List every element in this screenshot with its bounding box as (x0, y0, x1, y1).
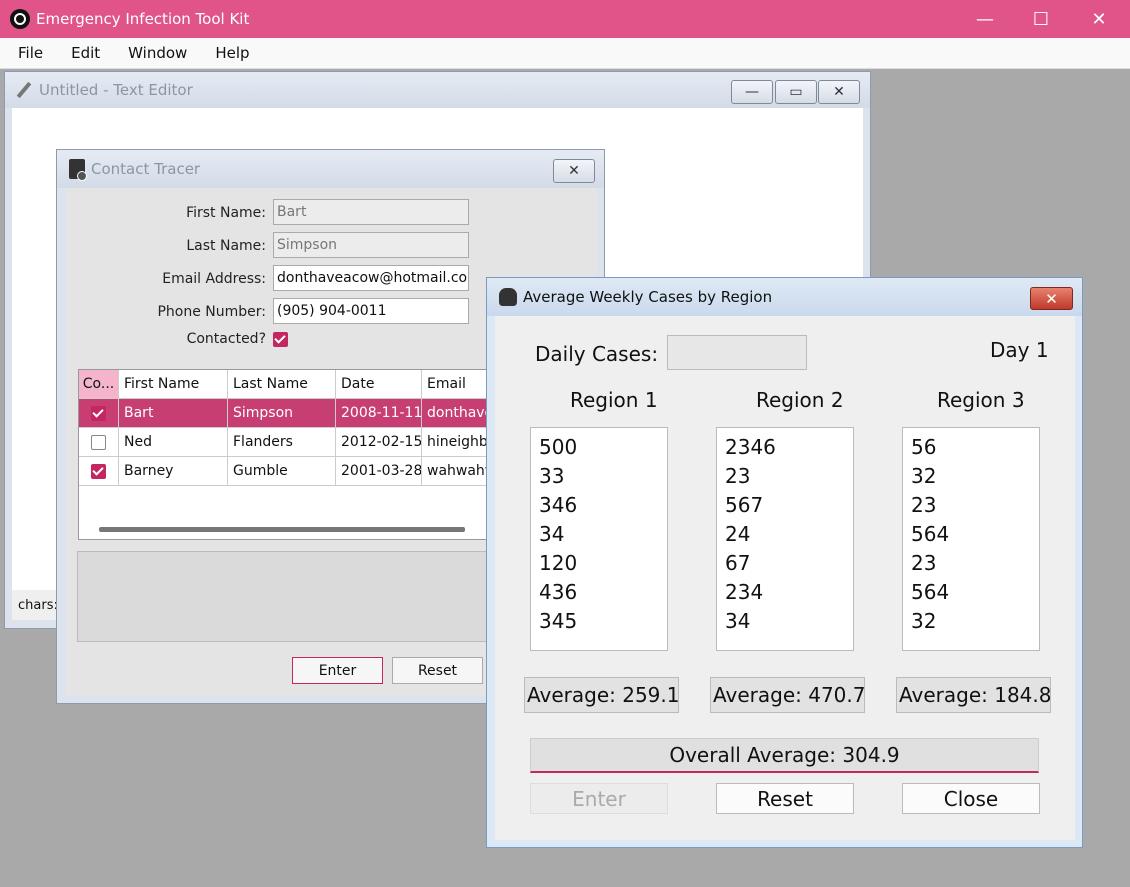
list-item: 120 (539, 551, 578, 575)
phone-field[interactable]: (905) 904-0011 (273, 298, 469, 324)
cell-date: 2008-11-11 (336, 399, 422, 428)
app-icon (10, 9, 30, 29)
list-item: 34 (539, 522, 565, 546)
tracer-close-button[interactable]: ✕ (553, 159, 595, 183)
list-item: 33 (539, 464, 565, 488)
region-1-list[interactable]: 500 33 346 34 120 436 345 (530, 427, 668, 651)
table-horizontal-scrollbar[interactable] (99, 527, 465, 532)
region-1-heading: Region 1 (570, 388, 658, 412)
average-weekly-cases-window: Average Weekly Cases by Region ✕ Daily C… (486, 277, 1083, 848)
cell-date: 2012-02-15 (336, 428, 422, 457)
cell-last-name: Gumble (228, 457, 336, 486)
list-item: 24 (725, 522, 751, 546)
contact-tracer-titlebar[interactable]: Contact Tracer (57, 150, 604, 188)
average-cases-body: Daily Cases: Day 1 Region 1 Region 2 Reg… (495, 316, 1075, 840)
phone-label: Phone Number: (157, 304, 266, 320)
editor-minimize-button[interactable]: — (731, 80, 773, 104)
list-item: 346 (539, 493, 578, 517)
minimize-button[interactable]: — (956, 0, 1014, 38)
text-editor-title: Untitled - Text Editor (39, 81, 193, 99)
col-date-header[interactable]: Date (336, 370, 422, 399)
contact-tracer-title: Contact Tracer (91, 160, 201, 178)
list-item: 345 (539, 609, 578, 633)
maximize-button[interactable]: ☐ (1012, 0, 1070, 38)
contacts-table: Co... First Name Last Name Date Email Ba… (78, 369, 498, 540)
editor-close-button[interactable]: ✕ (818, 80, 860, 104)
editor-maximize-button[interactable]: ▭ (775, 80, 817, 104)
list-item: 23 (725, 464, 751, 488)
region-3-average: Average: 184.86 (896, 677, 1051, 713)
menu-edit[interactable]: Edit (53, 44, 110, 62)
last-name-label: Last Name: (186, 238, 266, 254)
menubar: File Edit Window Help (0, 38, 1130, 69)
first-name-label: First Name: (186, 205, 266, 221)
list-item: 67 (725, 551, 751, 575)
list-item: 32 (911, 464, 937, 488)
avg-enter-button[interactable]: Enter (530, 783, 668, 814)
close-button[interactable]: ✕ (1070, 0, 1128, 38)
first-name-field[interactable]: Bart (273, 199, 469, 225)
cell-first-name: Bart (119, 399, 228, 428)
pen-icon (15, 81, 33, 99)
list-item: 56 (911, 435, 937, 459)
region-1-average: Average: 259.14 (524, 677, 679, 713)
region-2-list[interactable]: 2346 23 567 24 67 234 34 (716, 427, 854, 651)
table-row[interactable]: Bart Simpson 2008-11-11 donthave (79, 399, 497, 428)
daily-cases-input[interactable] (667, 335, 807, 370)
table-header-row: Co... First Name Last Name Date Email (79, 370, 497, 399)
list-item: 32 (911, 609, 937, 633)
average-cases-titlebar[interactable]: Average Weekly Cases by Region (487, 278, 1082, 316)
row-contacted-checkbox[interactable] (91, 405, 106, 421)
average-cases-close-icon-button[interactable]: ✕ (1030, 287, 1073, 310)
avg-reset-button[interactable]: Reset (716, 783, 854, 814)
list-item: 34 (725, 609, 751, 633)
list-item: 567 (725, 493, 764, 517)
tracer-notes-area[interactable] (77, 551, 507, 642)
contacted-checkbox[interactable] (273, 332, 288, 347)
contacted-label: Contacted? (186, 331, 266, 347)
list-item: 564 (911, 522, 950, 546)
table-row[interactable]: Barney Gumble 2001-03-28 wahwahw (79, 457, 497, 486)
row-contacted-checkbox[interactable] (91, 434, 106, 450)
cell-first-name: Barney (119, 457, 228, 486)
email-label: Email Address: (162, 271, 266, 287)
col-contacted-header[interactable]: Co... (79, 370, 119, 399)
tracer-reset-button[interactable]: Reset (392, 657, 483, 684)
daily-cases-label: Daily Cases: (535, 342, 659, 366)
list-item: 564 (911, 580, 950, 604)
col-first-name-header[interactable]: First Name (119, 370, 228, 399)
avg-close-button[interactable]: Close (902, 783, 1040, 814)
list-item: 2346 (725, 435, 776, 459)
list-item: 23 (911, 551, 937, 575)
list-item: 234 (725, 580, 764, 604)
day-label: Day 1 (990, 338, 1049, 362)
tracer-enter-button[interactable]: Enter (292, 657, 383, 684)
cell-first-name: Ned (119, 428, 228, 457)
col-last-name-header[interactable]: Last Name (228, 370, 336, 399)
email-field[interactable]: donthaveacow@hotmail.com (273, 265, 469, 291)
hand-icon (499, 288, 517, 306)
list-item: 436 (539, 580, 578, 604)
region-3-list[interactable]: 56 32 23 564 23 564 32 (902, 427, 1040, 651)
cell-last-name: Simpson (228, 399, 336, 428)
average-cases-title: Average Weekly Cases by Region (523, 288, 773, 306)
list-item: 500 (539, 435, 578, 459)
overall-average: Overall Average: 304.9 (530, 738, 1039, 773)
table-row[interactable]: Ned Flanders 2012-02-15 hineighb (79, 428, 497, 457)
contact-book-icon (69, 159, 87, 181)
region-3-heading: Region 3 (937, 388, 1025, 412)
last-name-field[interactable]: Simpson (273, 232, 469, 258)
cell-last-name: Flanders (228, 428, 336, 457)
menu-window[interactable]: Window (110, 44, 197, 62)
app-titlebar: Emergency Infection Tool Kit — ☐ ✕ (0, 0, 1130, 38)
menu-help[interactable]: Help (197, 44, 259, 62)
menu-file[interactable]: File (0, 44, 53, 62)
cell-date: 2001-03-28 (336, 457, 422, 486)
region-2-average: Average: 470.71 (710, 677, 865, 713)
app-title: Emergency Infection Tool Kit (36, 10, 250, 28)
list-item: 23 (911, 493, 937, 517)
row-contacted-checkbox[interactable] (91, 463, 106, 479)
region-2-heading: Region 2 (756, 388, 844, 412)
